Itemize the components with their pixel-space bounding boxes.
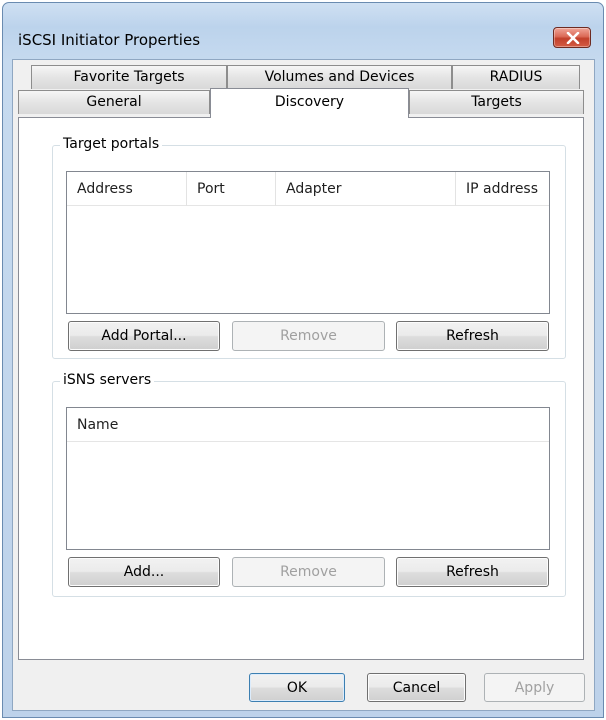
isns-servers-list-header: Name <box>67 408 549 442</box>
tab-general[interactable]: General <box>18 90 210 114</box>
title-bar[interactable]: iSCSI Initiator Properties <box>3 3 603 67</box>
add-isns-button[interactable]: Add... <box>68 557 220 587</box>
isns-servers-legend: iSNS servers <box>60 372 155 388</box>
cancel-button[interactable]: Cancel <box>367 673 466 702</box>
ok-button[interactable]: OK <box>249 673 345 702</box>
window-title: iSCSI Initiator Properties <box>18 31 201 49</box>
tab-targets[interactable]: Targets <box>409 90 584 114</box>
refresh-portals-button[interactable]: Refresh <box>396 321 549 351</box>
apply-button[interactable]: Apply <box>484 673 585 702</box>
tab-favorite-targets[interactable]: Favorite Targets <box>31 65 227 89</box>
tab-discovery[interactable]: Discovery <box>210 88 409 118</box>
column-port[interactable]: Port <box>187 172 276 206</box>
column-adapter[interactable]: Adapter <box>276 172 456 206</box>
refresh-isns-button[interactable]: Refresh <box>396 557 549 587</box>
close-x-icon <box>566 32 580 44</box>
discovery-tab-page: Target portals Address Port Adapter IP a… <box>18 117 584 660</box>
isns-servers-list[interactable]: Name <box>66 407 550 550</box>
column-ip-address[interactable]: IP address <box>456 172 551 206</box>
column-name[interactable]: Name <box>67 408 551 442</box>
remove-isns-button[interactable]: Remove <box>232 557 385 587</box>
close-button[interactable] <box>553 27 591 48</box>
column-address[interactable]: Address <box>67 172 187 206</box>
target-portals-legend: Target portals <box>60 136 163 152</box>
tab-radius[interactable]: RADIUS <box>452 65 580 89</box>
target-portals-list-header: Address Port Adapter IP address <box>67 172 549 206</box>
tab-volumes-and-devices[interactable]: Volumes and Devices <box>227 65 452 89</box>
target-portals-list[interactable]: Address Port Adapter IP address <box>66 171 550 314</box>
remove-portal-button[interactable]: Remove <box>232 321 385 351</box>
add-portal-button[interactable]: Add Portal... <box>68 321 220 351</box>
